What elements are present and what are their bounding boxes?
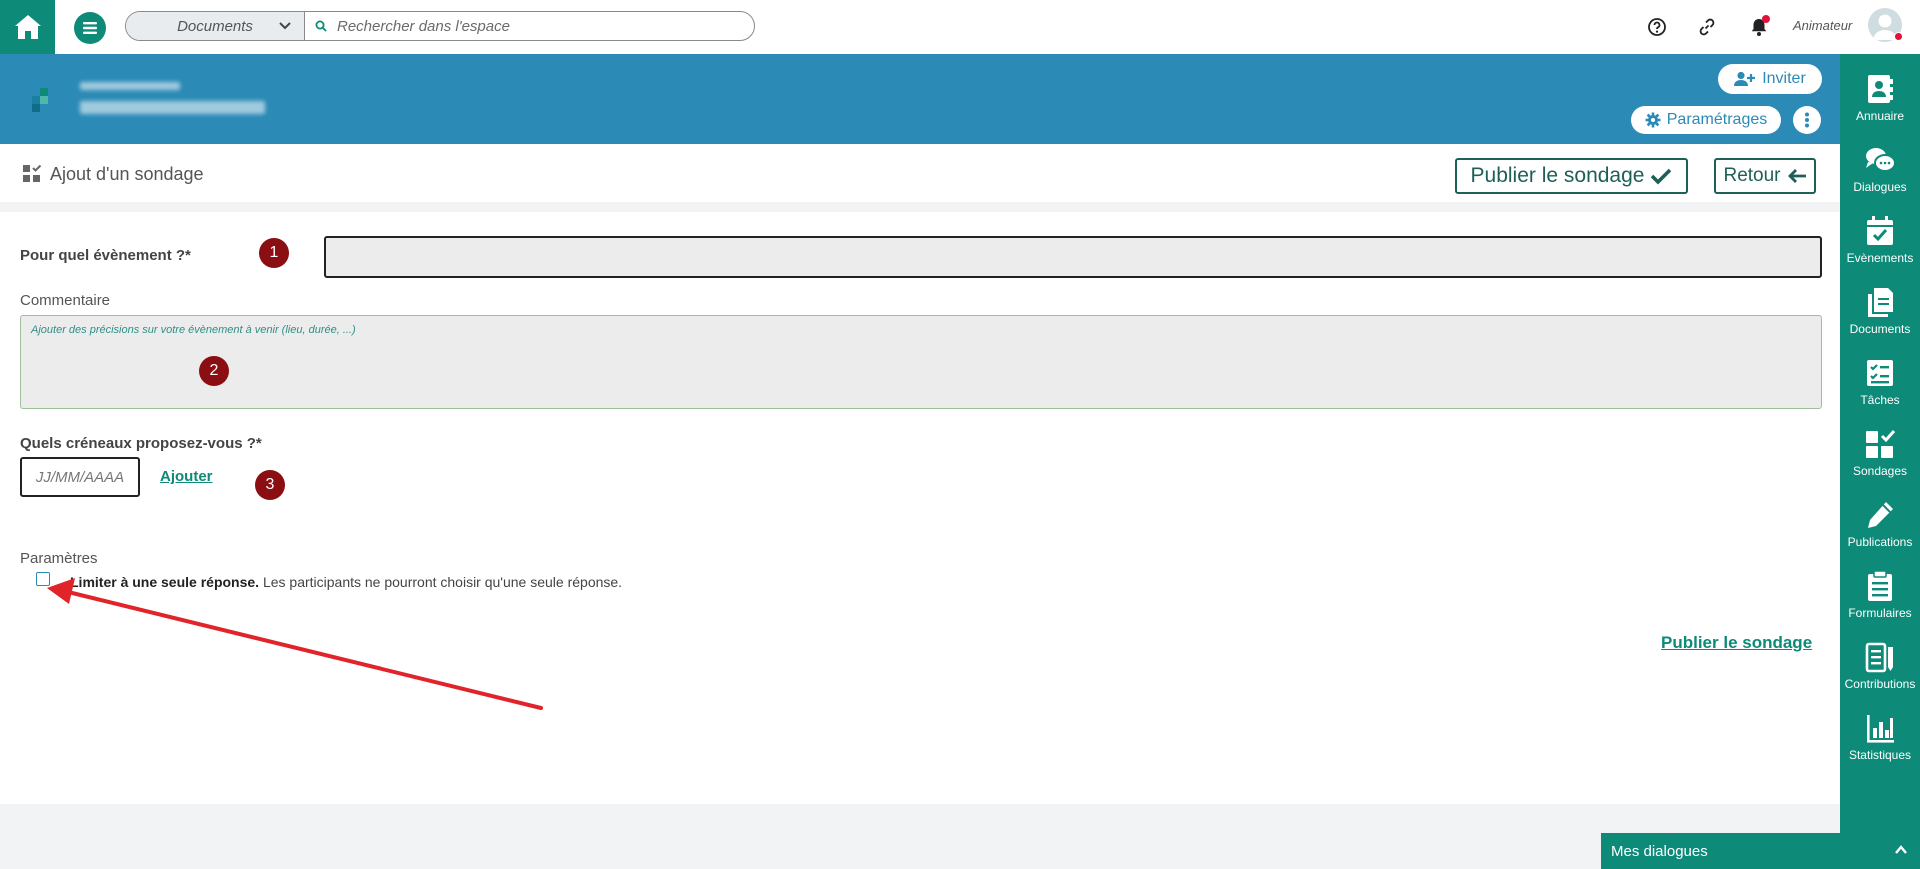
sidebar-label-annuaire: Annuaire [1855,109,1905,123]
bar-chart-icon [1867,715,1894,743]
home-icon [14,15,41,39]
link-button[interactable] [1694,14,1720,40]
sidebar-item-evenements[interactable]: Evènements [1840,209,1920,279]
sidebar-label-contributions: Contributions [1844,677,1916,691]
add-slot-link[interactable]: Ajouter [160,468,213,485]
check-icon [1651,168,1672,185]
hamburger-icon [83,22,97,34]
sidebar-label-taches: Tâches [1860,393,1900,407]
page-title: Ajout d'un sondage [50,164,204,184]
sidebar-label-statistiques: Statistiques [1848,748,1912,762]
params-label: Paramètres [20,550,98,567]
sidebar-item-annuaire[interactable]: Annuaire [1840,67,1920,137]
search-field [305,12,754,40]
sidebar-item-documents[interactable]: Documents [1840,280,1920,350]
help-button[interactable] [1644,14,1670,40]
settings-label: Paramétrages [1666,111,1768,128]
comment-textarea[interactable]: Ajouter des précisions sur votre évèneme… [20,315,1822,409]
calendar-check-icon [1867,216,1893,245]
my-dialogs-bar[interactable]: Mes dialogues [1601,833,1920,869]
sidebar-item-sondages[interactable]: Sondages [1840,422,1920,492]
publish-poll-link[interactable]: Publier le sondage [1661,633,1812,653]
apps-sidebar: Annuaire Dialogues Evènements Documents [1840,54,1920,869]
task-list-icon [1867,360,1893,386]
notification-dot [1762,15,1770,23]
sidebar-item-taches[interactable]: Tâches [1840,351,1920,421]
event-select[interactable] [324,236,1822,278]
sidebar-item-formulaires[interactable]: Formulaires [1840,564,1920,634]
limit-one-answer-label: Limiter à une seule réponse. Les partici… [70,574,622,590]
more-vertical-icon [1805,112,1809,128]
sidebar-label-documents: Documents [1849,322,1911,336]
step-badge-2: 2 [199,356,229,386]
space-header [0,54,1840,144]
settings-button[interactable]: Paramétrages [1631,106,1781,134]
step-badge-1: 1 [259,238,289,268]
sidebar-label-dialogues: Dialogues [1853,180,1907,194]
poll-sidebar-icon [1866,430,1896,458]
publish-poll-label: Publier le sondage [1470,164,1645,187]
step-badge-3: 3 [255,470,285,500]
help-icon [1648,18,1666,36]
sidebar-item-dialogues[interactable]: Dialogues [1840,138,1920,208]
comment-label: Commentaire [20,292,111,309]
sidebar-label-evenements: Evènements [1846,251,1914,265]
search-bar: Documents [125,11,755,41]
sidebar-item-publications[interactable]: Publications [1840,493,1920,563]
space-title-blurred [80,101,265,114]
invite-button[interactable]: Inviter [1718,64,1822,94]
date-input[interactable]: JJ/MM/AAAA [20,457,140,497]
event-label: Pour quel évènement ?* [20,247,191,264]
date-placeholder: JJ/MM/AAAA [35,468,125,486]
search-scope-select[interactable]: Documents [126,12,305,40]
poll-icon [23,164,42,182]
chevron-down-icon [279,22,291,30]
invite-label: Inviter [1762,70,1806,87]
top-bar: Documents A [0,0,1920,54]
space-logo-icon [32,88,48,112]
chat-bubbles-icon [1866,148,1896,172]
limit-one-answer-checkbox[interactable] [36,572,50,586]
search-input[interactable] [337,17,737,35]
user-plus-icon [1734,71,1756,86]
space-subtitle-blurred [80,82,180,90]
gear-icon [1645,112,1661,128]
sidebar-label-publications: Publications [1847,535,1913,549]
search-scope-value: Documents [177,17,253,35]
sidebar-label-formulaires: Formulaires [1848,606,1912,620]
documents-icon [1868,288,1893,317]
publish-poll-button[interactable]: Publier le sondage [1455,158,1688,194]
pencil-icon [1868,502,1893,528]
sidebar-item-contributions[interactable]: Contributions [1840,635,1920,705]
comment-placeholder: Ajouter des précisions sur votre évèneme… [31,324,356,336]
sidebar-item-statistiques[interactable]: Statistiques [1840,706,1920,776]
user-role: Animateur [1793,18,1853,33]
slots-label: Quels créneaux proposez-vous ?* [20,435,262,452]
sidebar-label-sondages: Sondages [1852,464,1908,478]
home-button[interactable] [0,0,55,54]
my-dialogs-label: Mes dialogues [1611,842,1708,860]
limit-one-answer-bold: Limiter à une seule réponse. [70,574,260,590]
limit-one-answer-desc: Les participants ne pourront choisir qu'… [259,574,623,590]
more-options-button[interactable] [1793,106,1821,134]
back-button[interactable]: Retour [1714,158,1816,194]
clipboard-icon [1868,570,1892,601]
menu-button[interactable] [74,12,106,44]
contributions-icon [1865,642,1893,673]
poll-form [0,212,1840,804]
back-label: Retour [1723,165,1781,186]
address-book-icon [1868,75,1893,103]
chevron-up-icon [1895,845,1907,854]
status-dot [1894,32,1903,41]
link-icon [1699,18,1715,36]
arrow-left-icon [1787,169,1806,183]
search-icon [315,20,327,32]
